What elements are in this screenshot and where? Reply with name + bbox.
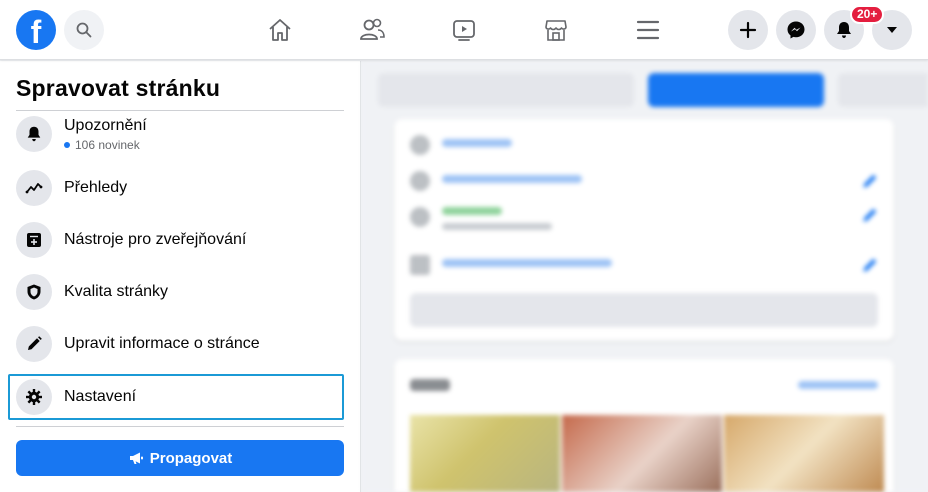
top-navigation-bar: f 20+ [0, 0, 928, 60]
blurred-button [410, 293, 878, 327]
create-button[interactable] [728, 10, 768, 50]
blurred-edit-icon [860, 171, 880, 191]
sidebar-item-label: Upozornění [64, 116, 147, 134]
blurred-photo [724, 415, 884, 492]
blurred-row-icon [410, 207, 430, 227]
home-icon [269, 19, 291, 41]
blurred-action-button [378, 73, 634, 107]
blurred-heading [410, 379, 450, 391]
caret-down-icon [887, 27, 897, 33]
bell-icon [16, 116, 52, 152]
sidebar-item-label: Přehledy [64, 179, 128, 196]
watch-icon [453, 20, 475, 41]
blurred-link [798, 381, 878, 389]
blurred-row-text [442, 223, 552, 230]
divider [16, 426, 344, 427]
pencil-icon [16, 326, 52, 362]
blurred-row-icon [410, 171, 430, 191]
friends-tab[interactable] [356, 14, 388, 46]
promote-button[interactable]: Propagovat [16, 440, 344, 476]
publishing-tools-icon [16, 222, 52, 258]
promote-label: Propagovat [149, 449, 233, 467]
blurred-main-content [362, 61, 928, 492]
sidebar-item-notifications[interactable]: Upozornění 106 novinek [8, 109, 344, 159]
sidebar-item-label: Kvalita stránky [64, 283, 169, 300]
sidebar-item-label: Upravit informace o stránce [64, 335, 260, 352]
blurred-row-icon [410, 135, 430, 155]
search-button[interactable] [64, 10, 104, 50]
sidebar-item-edit-page-info[interactable]: Upravit informace o stránce [8, 319, 344, 369]
blurred-primary-button [648, 73, 824, 107]
watch-tab[interactable] [448, 14, 480, 46]
blurred-row-text [442, 139, 512, 147]
gear-icon [16, 379, 52, 415]
blurred-row-text [442, 175, 582, 183]
plus-icon [739, 21, 757, 39]
messenger-button[interactable] [776, 10, 816, 50]
marketplace-icon [545, 20, 567, 41]
sidebar-item-settings[interactable]: Nastavení [8, 374, 344, 420]
unread-dot [64, 141, 70, 148]
blurred-secondary-button [838, 73, 928, 107]
megaphone-icon [129, 452, 143, 464]
sidebar-item-insights[interactable]: Přehledy [8, 163, 344, 213]
sidebar-item-label: Nastavení [64, 388, 137, 405]
messenger-icon [787, 21, 805, 39]
blurred-edit-icon [860, 205, 880, 225]
home-tab[interactable] [264, 14, 296, 46]
insights-icon [16, 170, 52, 206]
blurred-info-card [394, 119, 894, 341]
facebook-logo[interactable]: f [16, 10, 56, 50]
marketplace-tab[interactable] [540, 14, 572, 46]
sidebar-title: Spravovat stránku [16, 75, 221, 101]
blurred-row-icon [410, 255, 430, 275]
blurred-row-text [442, 207, 502, 215]
blurred-photo [562, 415, 722, 492]
search-icon [76, 22, 92, 38]
bell-icon [837, 22, 851, 38]
blurred-edit-icon [860, 255, 880, 275]
sidebar-item-publishing-tools[interactable]: Nástroje pro zveřejňování [8, 215, 344, 265]
manage-page-sidebar: Spravovat stránku Upozornění 106 novinek… [0, 61, 361, 492]
menu-tab[interactable] [632, 14, 664, 46]
notification-count: 106 novinek [64, 138, 147, 152]
friends-icon [360, 18, 385, 40]
blurred-photos-card [394, 359, 894, 492]
menu-icon [636, 20, 660, 40]
blurred-row-text [442, 259, 612, 267]
sidebar-item-page-quality[interactable]: Kvalita stránky [8, 267, 344, 317]
shield-icon [16, 274, 52, 310]
notification-badge: 20+ [850, 5, 885, 24]
sidebar-item-label: Nástroje pro zveřejňování [64, 231, 247, 248]
blurred-photo [410, 415, 560, 492]
